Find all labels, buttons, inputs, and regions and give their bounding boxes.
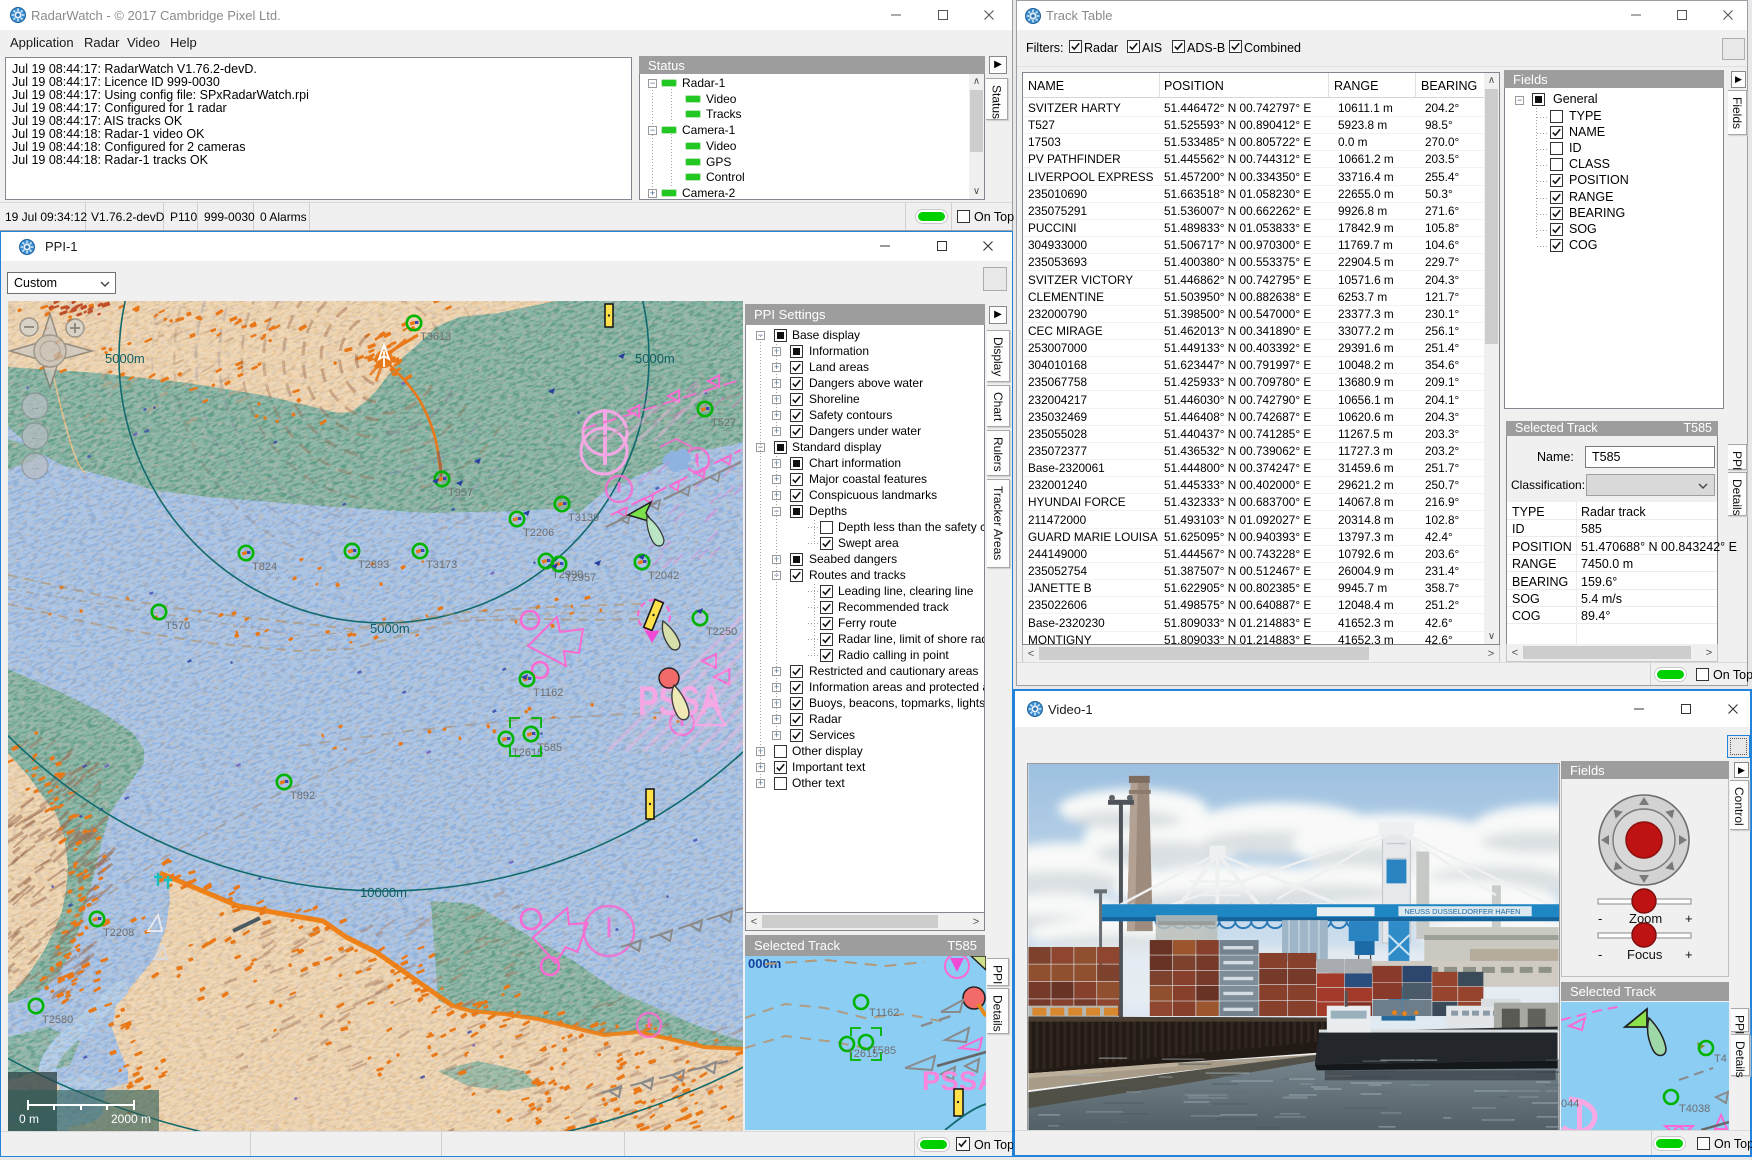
svg-text:NEUSS DUSSELDORFER HAFEN: NEUSS DUSSELDORFER HAFEN (1404, 907, 1520, 916)
svg-text:T2042: T2042 (648, 570, 679, 582)
svg-text:T4: T4 (1714, 1053, 1727, 1065)
svg-text:T3613: T3613 (420, 331, 451, 343)
svg-text:-: - (1598, 911, 1602, 926)
svg-text:T2250: T2250 (706, 626, 737, 638)
svg-text:T570: T570 (165, 620, 190, 632)
svg-text:T4038: T4038 (1679, 1103, 1710, 1115)
svg-text:T585: T585 (871, 1045, 896, 1057)
svg-text:...: ... (32, 432, 39, 441)
svg-text:-: - (1598, 947, 1602, 962)
svg-text:T3173: T3173 (426, 559, 457, 571)
svg-text:0 m: 0 m (19, 1112, 39, 1126)
svg-text:+: + (1685, 947, 1693, 962)
svg-text:T1162: T1162 (533, 687, 563, 699)
svg-text:T2208: T2208 (103, 927, 134, 939)
svg-text:T2206: T2206 (523, 527, 554, 539)
svg-text:T3139: T3139 (568, 512, 599, 524)
svg-text:5000m: 5000m (105, 351, 145, 366)
svg-text:...: ... (32, 402, 39, 411)
svg-text:T957: T957 (448, 487, 473, 499)
svg-text:+: + (1685, 911, 1693, 926)
svg-text:T2580: T2580 (42, 1014, 73, 1026)
svg-text:...: ... (32, 462, 39, 471)
svg-text:T892: T892 (290, 790, 315, 802)
svg-text:T2957: T2957 (565, 572, 596, 584)
svg-text:044: 044 (1561, 1098, 1579, 1110)
svg-text:10000m: 10000m (360, 885, 407, 900)
svg-text:T824: T824 (252, 561, 277, 573)
svg-text:2000 m: 2000 m (111, 1112, 151, 1126)
svg-text:T2893: T2893 (358, 559, 389, 571)
svg-text:Focus: Focus (1627, 947, 1663, 962)
svg-text:T1162: T1162 (869, 1007, 899, 1019)
svg-text:T527: T527 (711, 417, 736, 429)
svg-text:5000m: 5000m (635, 351, 675, 366)
